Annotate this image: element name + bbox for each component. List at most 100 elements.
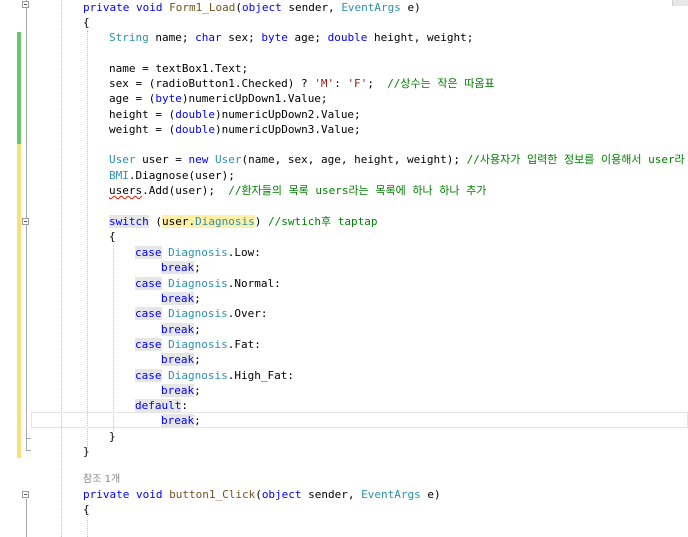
outline-line bbox=[26, 499, 27, 537]
indent-guide bbox=[113, 245, 114, 431]
code-line-break: break; bbox=[161, 413, 201, 428]
keyword: object bbox=[241, 1, 282, 14]
code-text: .Low: bbox=[227, 246, 261, 259]
code-editor[interactable]: private void Form1_Load(object sender, E… bbox=[0, 0, 688, 537]
reference-count-codelens[interactable]: 참조 1개 bbox=[83, 472, 120, 487]
outline-end bbox=[26, 450, 31, 451]
comment: //사용자가 입력한 정보를 이용해서 user라 bbox=[466, 153, 685, 166]
code-line-declarations: String name; char sex; byte age; double … bbox=[109, 30, 473, 45]
code-line-form1-load-signature: private void Form1_Load(object sender, E… bbox=[83, 0, 421, 15]
code-text: ; bbox=[194, 414, 201, 427]
type-name: String bbox=[109, 31, 149, 44]
code-line-sex-assign: sex = (radioButton1.Checked) ? 'M': 'F';… bbox=[109, 76, 495, 91]
collapse-toggle-button1-click[interactable] bbox=[22, 491, 29, 498]
collapse-toggle-form1-load[interactable] bbox=[22, 1, 29, 8]
code-line-name-assign: name = textBox1.Text; bbox=[109, 62, 249, 75]
code-line-break: break; bbox=[161, 352, 201, 367]
code-text: (name, sex, age, height, weight); bbox=[241, 153, 467, 166]
code-line-switch: switch (user.Diagnosis) //swtich후 taptap bbox=[109, 214, 377, 229]
code-text: ; bbox=[194, 261, 201, 274]
code-text: sex = (radioButton1.Checked) ? bbox=[109, 77, 315, 90]
code-line-age-assign: age = (byte)numericUpDown1.Value; bbox=[109, 91, 328, 106]
snippet-field[interactable]: user. bbox=[162, 215, 196, 228]
keyword: new bbox=[188, 153, 209, 166]
code-text: sender, bbox=[281, 1, 342, 14]
code-line-case-low: case Diagnosis.Low: bbox=[135, 245, 261, 260]
keyword: object bbox=[261, 488, 302, 501]
keyword: private void bbox=[83, 1, 170, 14]
code-text: )numericUpDown1.Value; bbox=[181, 92, 328, 105]
code-line-case-normal: case Diagnosis.Normal: bbox=[135, 276, 281, 291]
method-name: Form1_Load bbox=[169, 1, 236, 14]
keyword-highlighted: switch bbox=[109, 215, 149, 228]
outline-line bbox=[26, 226, 27, 438]
collapse-toggle-switch[interactable] bbox=[22, 218, 29, 225]
code-text: sender, bbox=[301, 488, 362, 501]
code-text: .High_Fat: bbox=[227, 369, 294, 382]
keyword: byte bbox=[261, 31, 288, 44]
code-line-open-brace: { bbox=[83, 503, 90, 516]
code-line-break: break; bbox=[161, 260, 201, 275]
keyword: private void bbox=[83, 488, 170, 501]
code-text: age; bbox=[287, 31, 328, 44]
code-line-case-over: case Diagnosis.Over: bbox=[135, 306, 267, 321]
keyword-highlighted: break bbox=[161, 414, 195, 427]
comment: //상수는 작은 따옴표 bbox=[387, 77, 495, 90]
saved-change-bar bbox=[17, 32, 21, 144]
scrollbar-stub[interactable] bbox=[672, 0, 688, 6]
method-name: button1_Click bbox=[169, 488, 256, 501]
type-name: User bbox=[109, 153, 136, 166]
unsaved-change-bar bbox=[17, 144, 21, 458]
error-squiggle-identifier[interactable]: users bbox=[109, 184, 142, 197]
keyword: double bbox=[175, 123, 215, 136]
code-text: name; bbox=[148, 31, 196, 44]
code-text: ( bbox=[255, 488, 262, 501]
keyword-highlighted: case bbox=[135, 246, 162, 259]
code-line-case-high-fat: case Diagnosis.High_Fat: bbox=[135, 368, 294, 383]
code-line-switch-close-brace: } bbox=[109, 430, 116, 443]
code-text: .Fat: bbox=[227, 338, 261, 351]
char-literal: 'M' bbox=[314, 77, 335, 90]
type-name: EventArgs bbox=[361, 488, 421, 501]
keyword-highlighted: case bbox=[135, 369, 162, 382]
code-text: ) bbox=[254, 215, 268, 228]
keyword: double bbox=[327, 31, 368, 44]
type-name: Diagnosis bbox=[168, 246, 228, 259]
code-line-open-brace: { bbox=[83, 16, 90, 29]
keyword-highlighted: break bbox=[161, 353, 195, 366]
current-line-highlight bbox=[31, 412, 688, 428]
code-text: .Diagnose(user); bbox=[128, 169, 235, 182]
keyword-highlighted: case bbox=[135, 277, 162, 290]
code-text: sex; bbox=[221, 31, 262, 44]
keyword-highlighted: case bbox=[135, 307, 162, 320]
code-text: e) bbox=[420, 488, 441, 501]
outline-end bbox=[26, 438, 31, 439]
keyword: byte bbox=[155, 92, 182, 105]
code-line-button1-click-signature: private void button1_Click(object sender… bbox=[83, 487, 441, 502]
code-text: age = ( bbox=[109, 92, 156, 105]
snippet-field-type[interactable]: Diagnosis bbox=[195, 215, 255, 228]
type-name: Diagnosis bbox=[168, 338, 228, 351]
keyword-highlighted: case bbox=[135, 338, 162, 351]
code-line-users-add: users.Add(user); //환자들의 목록 users라는 목록에 하… bbox=[109, 183, 486, 198]
code-text: .Normal: bbox=[227, 277, 281, 290]
code-line-method-close-brace: } bbox=[83, 445, 90, 458]
indent-guide bbox=[87, 30, 88, 448]
keyword: char bbox=[195, 31, 222, 44]
code-text: ; bbox=[194, 323, 201, 336]
code-line-case-fat: case Diagnosis.Fat: bbox=[135, 337, 261, 352]
code-text: user = bbox=[135, 153, 189, 166]
comment: //swtich후 taptap bbox=[267, 215, 378, 228]
code-text: )numericUpDown3.Value; bbox=[214, 123, 361, 136]
code-text: ; bbox=[367, 77, 388, 90]
type-name: EventArgs bbox=[341, 1, 401, 14]
code-text: : bbox=[334, 77, 348, 90]
code-text: ; bbox=[194, 384, 201, 397]
code-text: ; bbox=[194, 292, 201, 305]
code-line-break: break; bbox=[161, 322, 201, 337]
code-text: ( bbox=[235, 1, 242, 14]
keyword-highlighted: break bbox=[161, 384, 195, 397]
type-name: Diagnosis bbox=[168, 277, 228, 290]
keyword-highlighted: default bbox=[135, 399, 182, 412]
code-text: ; bbox=[194, 353, 201, 366]
